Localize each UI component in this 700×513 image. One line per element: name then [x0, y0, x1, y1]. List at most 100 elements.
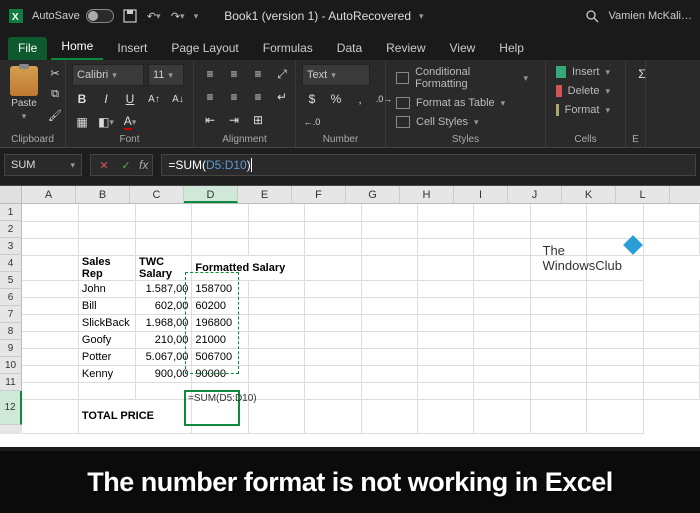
- font-size-dropdown[interactable]: 11▾: [148, 64, 184, 86]
- number-format-dropdown[interactable]: Text▾: [302, 64, 370, 86]
- underline-button[interactable]: U: [120, 89, 140, 109]
- tab-help[interactable]: Help: [489, 35, 534, 60]
- tab-view[interactable]: View: [440, 35, 486, 60]
- increase-font-icon[interactable]: A↑: [144, 89, 164, 109]
- cell-total-label[interactable]: TOTAL PRICE: [78, 399, 192, 433]
- undo-icon[interactable]: ↶▾: [146, 8, 162, 24]
- confirm-formula-icon[interactable]: ✓: [117, 156, 135, 174]
- col-header-i[interactable]: I: [454, 186, 508, 203]
- fx-icon[interactable]: fx: [139, 158, 148, 172]
- align-right-icon[interactable]: ≡: [248, 87, 268, 107]
- copy-icon[interactable]: ⧉: [46, 85, 64, 103]
- comma-icon[interactable]: ,: [350, 89, 370, 109]
- cell[interactable]: John: [78, 280, 135, 297]
- cell[interactable]: 60200: [192, 297, 248, 314]
- merge-icon[interactable]: ⊞: [248, 110, 268, 130]
- cell[interactable]: 90000: [192, 365, 248, 382]
- row-header[interactable]: 8: [0, 323, 22, 340]
- cell[interactable]: 5.067,00: [136, 348, 192, 365]
- col-header-d[interactable]: D: [184, 186, 238, 203]
- row-header[interactable]: 1: [0, 204, 22, 221]
- row-header[interactable]: 9: [0, 340, 22, 357]
- cut-icon[interactable]: ✂: [46, 64, 64, 82]
- cell[interactable]: 1.587,00: [136, 280, 192, 297]
- col-header-f[interactable]: F: [292, 186, 346, 203]
- cell[interactable]: 1.968,00: [136, 314, 192, 331]
- font-color-icon[interactable]: A▾: [120, 112, 140, 132]
- decrease-indent-icon[interactable]: ⇤: [200, 110, 220, 130]
- wrap-text-icon[interactable]: ↵: [272, 87, 292, 107]
- align-top-icon[interactable]: ≡: [200, 64, 220, 84]
- cell[interactable]: TWC Salary: [136, 255, 192, 280]
- tab-home[interactable]: Home: [51, 33, 103, 60]
- row-header[interactable]: 10: [0, 357, 22, 374]
- row-header[interactable]: 4: [0, 255, 22, 272]
- chevron-down-icon[interactable]: ▾: [194, 11, 199, 22]
- title-dropdown-icon[interactable]: ▾: [419, 11, 424, 22]
- cancel-formula-icon[interactable]: ✕: [95, 156, 113, 174]
- cell[interactable]: SlickBack: [78, 314, 135, 331]
- tab-data[interactable]: Data: [327, 35, 372, 60]
- cell[interactable]: Potter: [78, 348, 135, 365]
- format-painter-icon[interactable]: 🖌: [46, 106, 64, 124]
- percent-icon[interactable]: %: [326, 89, 346, 109]
- tab-review[interactable]: Review: [376, 35, 435, 60]
- row-header[interactable]: 3: [0, 238, 22, 255]
- col-header-h[interactable]: H: [400, 186, 454, 203]
- cell[interactable]: 196800: [192, 314, 248, 331]
- align-middle-icon[interactable]: ≡: [224, 64, 244, 84]
- cell[interactable]: Sales Rep: [78, 255, 135, 280]
- paste-button[interactable]: Paste ▾: [6, 64, 42, 132]
- col-header-a[interactable]: A: [22, 186, 76, 203]
- col-header-e[interactable]: E: [238, 186, 292, 203]
- bold-button[interactable]: B: [72, 89, 92, 109]
- increase-indent-icon[interactable]: ⇥: [224, 110, 244, 130]
- user-name[interactable]: Vamien McKali…: [608, 10, 692, 22]
- col-header-c[interactable]: C: [130, 186, 184, 203]
- col-header-j[interactable]: J: [508, 186, 562, 203]
- cell[interactable]: Kenny: [78, 365, 135, 382]
- align-bottom-icon[interactable]: ≡: [248, 64, 268, 84]
- decrease-decimal-icon[interactable]: ←.0: [302, 112, 322, 132]
- cell[interactable]: 158700: [192, 280, 248, 297]
- decrease-font-icon[interactable]: A↓: [168, 89, 188, 109]
- tab-formulas[interactable]: Formulas: [253, 35, 323, 60]
- cell[interactable]: 602,00: [136, 297, 192, 314]
- cell[interactable]: Bill: [78, 297, 135, 314]
- name-box[interactable]: SUM▾: [4, 154, 82, 176]
- col-header-b[interactable]: B: [76, 186, 130, 203]
- col-header-k[interactable]: K: [562, 186, 616, 203]
- cell[interactable]: Goofy: [78, 331, 135, 348]
- orientation-icon[interactable]: ⤢: [272, 64, 292, 84]
- tab-page-layout[interactable]: Page Layout: [161, 35, 248, 60]
- conditional-formatting-button[interactable]: Conditional Formatting▾: [392, 64, 532, 92]
- borders-icon[interactable]: ▦: [72, 112, 92, 132]
- col-header-l[interactable]: L: [616, 186, 670, 203]
- search-icon[interactable]: [584, 8, 600, 24]
- cell-styles-button[interactable]: Cell Styles▾: [392, 114, 532, 130]
- cell[interactable]: Formatted Salary: [192, 255, 305, 280]
- tab-file[interactable]: File: [8, 37, 47, 60]
- autosum-icon[interactable]: Σ: [632, 64, 652, 84]
- row-header[interactable]: 5: [0, 272, 22, 289]
- row-header[interactable]: 12: [0, 391, 22, 425]
- select-all-corner[interactable]: [0, 186, 22, 203]
- align-left-icon[interactable]: ≡: [200, 87, 220, 107]
- currency-icon[interactable]: $: [302, 89, 322, 109]
- autosave-toggle[interactable]: [86, 9, 114, 23]
- format-cells-button[interactable]: Format▾: [552, 102, 614, 118]
- row-header[interactable]: 2: [0, 221, 22, 238]
- cell[interactable]: 506700: [192, 348, 248, 365]
- font-name-dropdown[interactable]: Calibri▾: [72, 64, 144, 86]
- cell[interactable]: 210,00: [136, 331, 192, 348]
- cell[interactable]: 21000: [192, 331, 248, 348]
- format-as-table-button[interactable]: Format as Table▾: [392, 95, 532, 111]
- redo-icon[interactable]: ↷▾: [170, 8, 186, 24]
- delete-cells-button[interactable]: Delete▾: [552, 83, 614, 99]
- align-center-icon[interactable]: ≡: [224, 87, 244, 107]
- cell[interactable]: 900,00: [136, 365, 192, 382]
- row-header[interactable]: 6: [0, 289, 22, 306]
- cells-area[interactable]: Sales RepTWC SalaryFormatted Salary John…: [22, 204, 700, 434]
- save-icon[interactable]: [122, 8, 138, 24]
- fill-color-icon[interactable]: ◧▾: [96, 112, 116, 132]
